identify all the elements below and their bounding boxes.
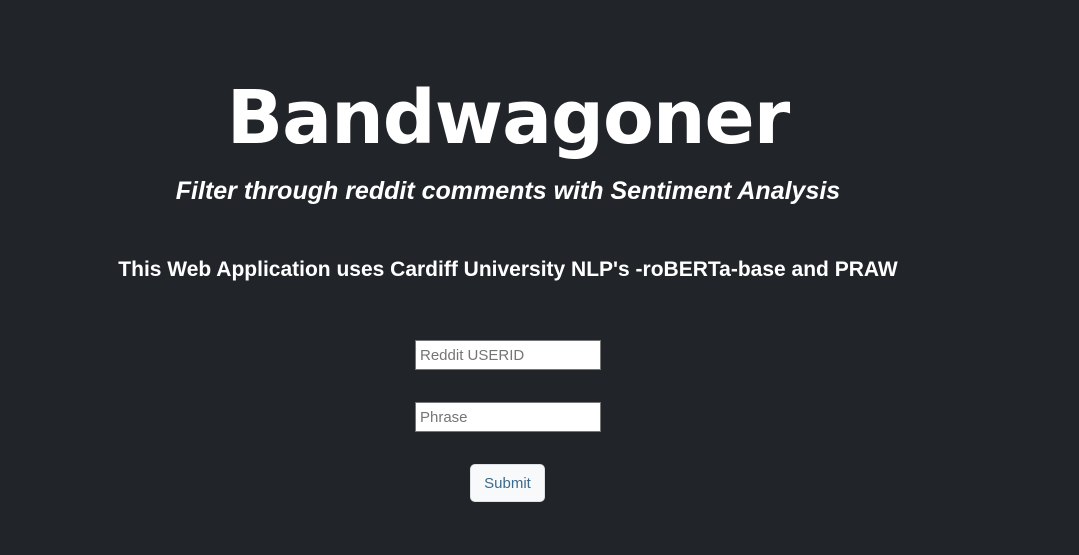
phrase-input[interactable] (415, 402, 601, 432)
search-form: Submit (0, 0, 1079, 555)
reddit-userid-input[interactable] (415, 340, 601, 370)
submit-button[interactable]: Submit (470, 464, 545, 502)
